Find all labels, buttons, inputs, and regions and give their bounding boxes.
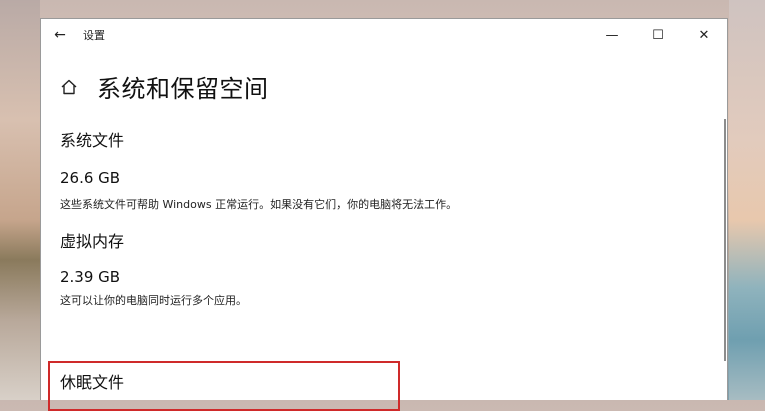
system-files-title: 系统文件 — [60, 131, 125, 150]
minimize-icon: — — [605, 27, 619, 43]
virtual-memory-size: 2.39 GB — [60, 268, 121, 286]
system-files-description: 这些系统文件可帮助 Windows 正常运行。如果没有它们，你的电脑将无法工作。 — [60, 198, 458, 211]
virtual-memory-title: 虚拟内存 — [60, 232, 125, 251]
maximize-button[interactable]: ☐ — [635, 19, 681, 51]
back-button[interactable]: ← — [41, 19, 79, 51]
storage-content: 系统文件 26.6 GB 这些系统文件可帮助 Windows 正常运行。如果没有… — [60, 127, 680, 310]
app-title: 设置 — [83, 29, 105, 42]
minimize-button[interactable]: — — [589, 19, 635, 51]
titlebar: ← 设置 — ☐ ✕ — [41, 19, 727, 51]
page-title: 系统和保留空间 — [97, 75, 269, 103]
home-icon[interactable] — [59, 77, 79, 97]
virtual-memory-description: 这可以让你的电脑同时运行多个应用。 — [60, 294, 247, 307]
hibernation-file-title: 休眠文件 — [60, 373, 125, 392]
window-controls: — ☐ ✕ — [589, 19, 727, 51]
back-arrow-icon: ← — [54, 27, 66, 43]
page-header: 系统和保留空间 — [59, 69, 269, 104]
scrollbar[interactable] — [724, 119, 726, 361]
close-button[interactable]: ✕ — [681, 19, 727, 51]
settings-window: ← 设置 — ☐ ✕ 系统和保留空间 系统文件 26.6 GB 这些系统文件可帮… — [40, 18, 728, 400]
system-files-size: 26.6 GB — [60, 169, 121, 187]
desktop-wallpaper-left — [0, 0, 40, 400]
maximize-icon: ☐ — [652, 27, 664, 43]
close-icon: ✕ — [698, 27, 710, 43]
desktop-wallpaper-right — [729, 0, 765, 400]
